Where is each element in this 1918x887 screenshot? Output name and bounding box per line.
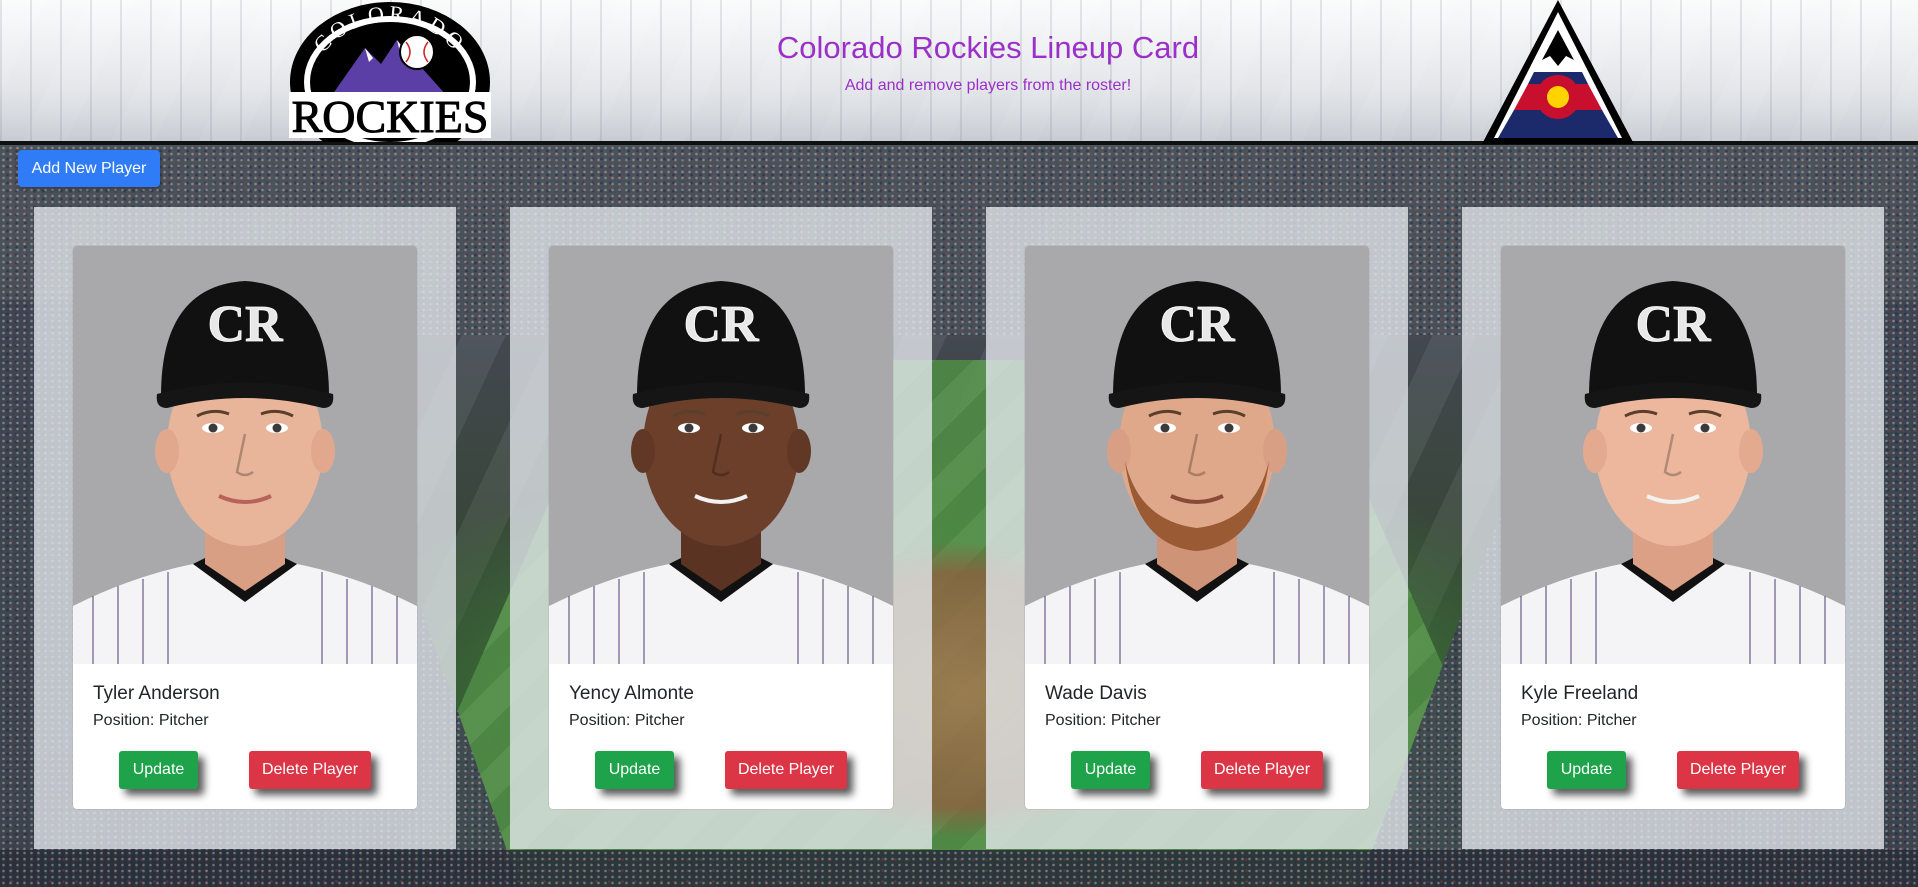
player-photo: CR	[549, 246, 893, 664]
cap-logo: CR	[1635, 296, 1712, 353]
player-position: Position: Pitcher	[1045, 712, 1161, 729]
player-name: Kyle Freeland	[1521, 683, 1639, 704]
player-column-3: CR Wade Davis Position: Pitcher Update D…	[986, 207, 1408, 849]
player-column-4: CR Kyle Freeland Position: Pitcher Updat…	[1462, 207, 1884, 849]
player-column-1: CR Tyler Anderson Position: Pitcher Upda…	[34, 207, 456, 849]
delete-player-button[interactable]: Delete Player	[1677, 751, 1799, 789]
player-position: Position: Pitcher	[1521, 712, 1637, 729]
player-photo: CR	[73, 246, 417, 664]
update-button[interactable]: Update	[1071, 751, 1150, 789]
update-button[interactable]: Update	[119, 751, 198, 789]
update-button[interactable]: Update	[1547, 751, 1626, 789]
cap-logo: CR	[683, 296, 760, 353]
colorado-flag-mountain-logo	[1482, 0, 1634, 144]
svg-text:ROCKIES: ROCKIES	[292, 91, 489, 142]
player-column-2: CR Yency Almonte Position: Pitcher Updat…	[510, 207, 932, 849]
player-card-2: CR Yency Almonte Position: Pitcher Updat…	[549, 246, 893, 809]
cap-logo: CR	[207, 296, 284, 353]
player-photo: CR	[1025, 246, 1369, 664]
player-card-3: CR Wade Davis Position: Pitcher Update D…	[1025, 246, 1369, 809]
cap-logo: CR	[1159, 296, 1236, 353]
delete-player-button[interactable]: Delete Player	[725, 751, 847, 789]
player-name: Tyler Anderson	[93, 683, 220, 704]
add-new-player-button[interactable]: Add New Player	[18, 150, 160, 187]
delete-player-button[interactable]: Delete Player	[249, 751, 371, 789]
delete-player-button[interactable]: Delete Player	[1201, 751, 1323, 789]
player-photo: CR	[1501, 246, 1845, 664]
player-name: Wade Davis	[1045, 683, 1147, 704]
player-card-4: CR Kyle Freeland Position: Pitcher Updat…	[1501, 246, 1845, 809]
player-position: Position: Pitcher	[569, 712, 685, 729]
update-button[interactable]: Update	[595, 751, 674, 789]
colorado-rockies-logo: COLORADO ROCKIES	[289, 1, 491, 142]
player-card-1: CR Tyler Anderson Position: Pitcher Upda…	[73, 246, 417, 809]
player-position: Position: Pitcher	[93, 712, 209, 729]
player-name: Yency Almonte	[569, 683, 694, 704]
